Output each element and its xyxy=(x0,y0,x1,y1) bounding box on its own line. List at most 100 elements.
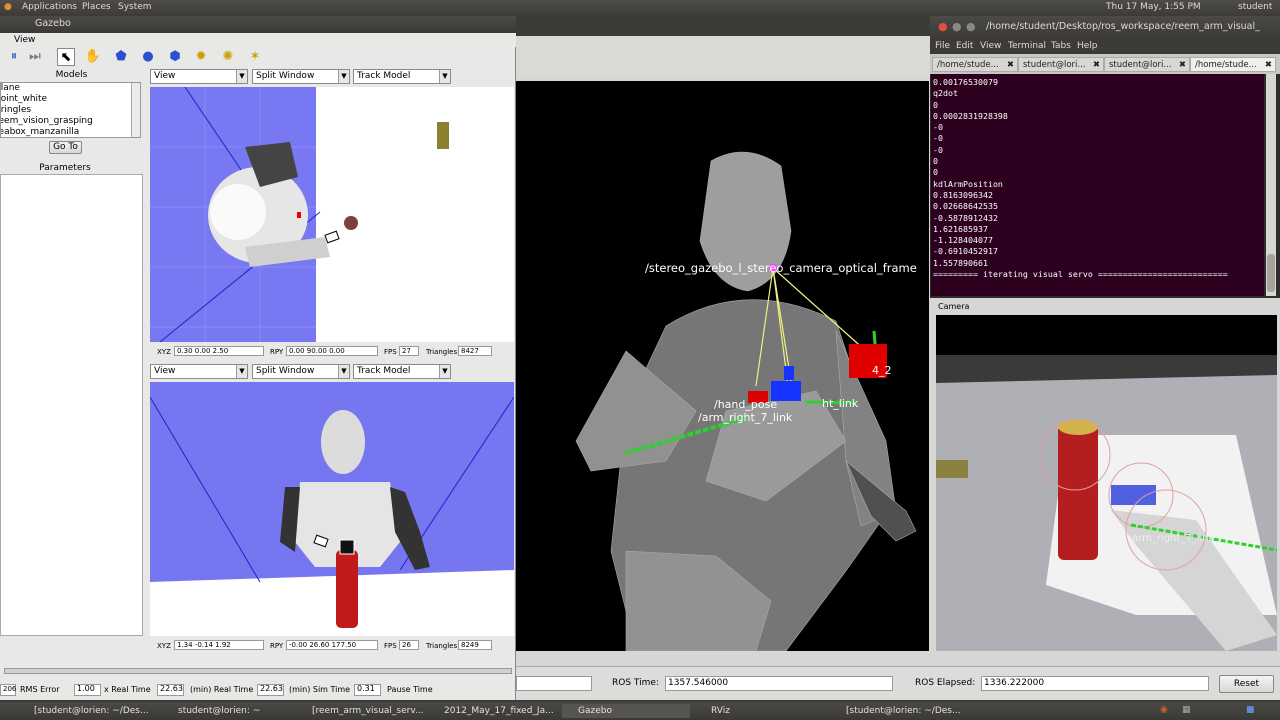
chevron-down-icon: ▼ xyxy=(338,365,349,378)
spot-light-icon[interactable]: ✺ xyxy=(219,48,237,66)
task-rviz[interactable]: RViz xyxy=(695,704,823,718)
terminal-tab-4[interactable]: /home/stude... ✖ xyxy=(1190,57,1276,72)
sim-time-field: 22.63 xyxy=(257,684,284,696)
model-list-item[interactable]: teabox_manzanilla xyxy=(1,127,93,137)
split-select-bottom[interactable]: Split Window ▼ xyxy=(252,364,350,379)
menu-view[interactable]: View xyxy=(14,33,35,47)
real-time-factor-field: 1.00 xyxy=(74,684,101,696)
hand-pose-label: /hand_pose xyxy=(714,398,777,411)
ros-elapsed-field[interactable]: 1336.222000 xyxy=(981,676,1209,691)
rpy-field-bottom[interactable]: -0.00 26.60 177.50 xyxy=(286,640,378,650)
rpy-label: RPY xyxy=(270,642,284,650)
goto-button[interactable]: Go To xyxy=(49,141,82,154)
xyz-label: XYZ xyxy=(157,642,171,650)
rpy-label: RPY xyxy=(270,348,284,356)
tab-close-icon[interactable]: ✖ xyxy=(1007,58,1014,73)
terminal-line: 1.621685937 xyxy=(933,223,988,234)
tab-close-icon[interactable]: ✖ xyxy=(1179,58,1186,73)
menu-view[interactable]: View xyxy=(980,38,1001,54)
terminal-title: /home/student/Desktop/ros_workspace/reem… xyxy=(986,21,1260,32)
ubuntu-logo-icon[interactable]: ● xyxy=(4,2,12,12)
workspace-icon[interactable]: ▦ xyxy=(1182,705,1191,715)
chevron-down-icon: ▼ xyxy=(439,365,450,378)
menu-help[interactable]: Help xyxy=(1077,38,1098,54)
terminal-titlebar[interactable]: ● ● ● /home/student/Desktop/ros_workspac… xyxy=(930,16,1280,38)
gazebo-viewport-top[interactable] xyxy=(150,87,472,342)
menu-places[interactable]: Places xyxy=(82,2,111,12)
sphere-icon[interactable]: ● xyxy=(139,48,157,66)
user-name[interactable]: student xyxy=(1238,2,1272,12)
tab-close-icon[interactable]: ✖ xyxy=(1265,58,1272,73)
track-select-label: Track Model xyxy=(357,71,411,81)
ros-time-field[interactable]: 1357.546000 xyxy=(665,676,893,691)
taskbar: [student@lorien: ~/Des... student@lorien… xyxy=(0,702,1280,720)
model-list-item[interactable]: pringles xyxy=(1,105,93,116)
parameters-panel[interactable] xyxy=(0,174,143,636)
point-light-icon[interactable]: ✹ xyxy=(192,48,210,66)
track-select-top[interactable]: Track Model ▼ xyxy=(353,69,451,84)
model-list-item[interactable]: plane xyxy=(1,83,93,94)
task-gazebo[interactable]: Gazebo xyxy=(562,704,690,718)
rpy-field-top[interactable]: 0.00 90.00 0.00 xyxy=(286,346,378,356)
task-terminal-4[interactable]: [student@lorien: ~/Des... xyxy=(830,704,970,718)
split-select-top[interactable]: Split Window ▼ xyxy=(252,69,350,84)
model-list-item[interactable]: point_white xyxy=(1,94,93,105)
rviz-3d-view[interactable]: /stereo_gazebo_l_stereo_camera_optical_f… xyxy=(516,81,929,651)
terminal-tab-2[interactable]: student@lori... ✖ xyxy=(1018,57,1104,72)
clock[interactable]: Thu 17 May, 1:55 PM xyxy=(1106,2,1201,12)
task-video[interactable]: 2012_May_17_fixed_Ja... xyxy=(428,704,556,718)
cylinder-icon[interactable]: ⬢ xyxy=(166,48,184,66)
terminal-line: 0.02668642535 xyxy=(933,201,998,212)
menu-terminal[interactable]: Terminal xyxy=(1008,38,1046,54)
xyz-label: XYZ xyxy=(157,348,171,356)
menu-file[interactable]: File xyxy=(935,38,950,54)
xyz-field-top[interactable]: 0.30 0.00 2.50 xyxy=(174,346,264,356)
hand-icon[interactable]: ✋ xyxy=(84,48,102,66)
terminal-line: -0.6910452917 xyxy=(933,246,998,257)
scrollbar-thumb[interactable] xyxy=(1267,254,1275,292)
terminal-tab-3[interactable]: student@lori... ✖ xyxy=(1104,57,1190,72)
gazebo-titlebar[interactable]: Gazebo xyxy=(0,16,516,33)
minimize-icon[interactable]: ● xyxy=(952,20,962,33)
camera-view[interactable]: arm_right_7_link xyxy=(936,315,1277,651)
task-terminal-3[interactable]: [reem_arm_visual_serv... xyxy=(296,704,424,718)
terminal-output[interactable]: 0.00176530079 q2dot 0 0.0002831928398 -0 -0 -0… xyxy=(931,74,1264,296)
xyz-field-bottom[interactable]: 1.34 -0.14 1.92 xyxy=(174,640,264,650)
chevron-down-icon: ▼ xyxy=(439,70,450,83)
tab-label: /home/stude... xyxy=(937,60,999,70)
task-terminal-2[interactable]: student@lorien: ~ xyxy=(162,704,282,718)
menu-edit[interactable]: Edit xyxy=(956,38,973,54)
menu-system[interactable]: System xyxy=(118,2,152,12)
maximize-icon[interactable]: ● xyxy=(966,20,976,33)
gazebo-title: Gazebo xyxy=(35,18,71,29)
box-icon[interactable]: ⬟ xyxy=(112,48,130,66)
pause-time-label: Pause Time xyxy=(387,685,433,694)
terminal-tab-1[interactable]: /home/stude... ✖ xyxy=(932,57,1018,72)
select-icon[interactable]: ⬉ xyxy=(57,48,75,66)
close-icon[interactable]: ● xyxy=(938,20,948,33)
workspace-switcher-icon[interactable]: ■ xyxy=(1246,705,1255,715)
view-select-top[interactable]: View ▼ xyxy=(150,69,248,84)
can-top-view xyxy=(344,216,358,230)
firefox-icon[interactable]: ◉ xyxy=(1160,705,1168,715)
view-select-bottom[interactable]: View ▼ xyxy=(150,364,248,379)
directional-light-icon[interactable]: ✶ xyxy=(246,48,264,66)
step-icon[interactable]: ⏭ xyxy=(26,48,44,66)
terminal-scrollbar[interactable] xyxy=(1266,74,1276,296)
menu-applications[interactable]: Applications xyxy=(22,2,77,12)
models-scrollbar[interactable] xyxy=(131,83,140,137)
model-list-item[interactable]: reem_vision_grasping xyxy=(1,116,93,127)
rviz-left-field[interactable] xyxy=(516,676,592,691)
split-select-label: Split Window xyxy=(256,366,315,376)
models-list[interactable]: planepoint_whitepringlesreem_vision_gras… xyxy=(0,82,141,138)
pringles-can-bottom xyxy=(336,550,358,628)
play-icon[interactable]: ⏸ xyxy=(5,48,23,66)
task-terminal-1[interactable]: [student@lorien: ~/Des... xyxy=(18,704,158,718)
track-select-bottom[interactable]: Track Model ▼ xyxy=(353,364,451,379)
real-time-factor-label: x Real Time xyxy=(104,685,151,694)
tab-close-icon[interactable]: ✖ xyxy=(1093,58,1100,73)
gazebo-viewport-bottom[interactable] xyxy=(150,382,514,636)
reset-button[interactable]: Reset xyxy=(1219,675,1274,693)
menu-tabs[interactable]: Tabs xyxy=(1051,38,1071,54)
time-slider[interactable] xyxy=(4,668,512,674)
